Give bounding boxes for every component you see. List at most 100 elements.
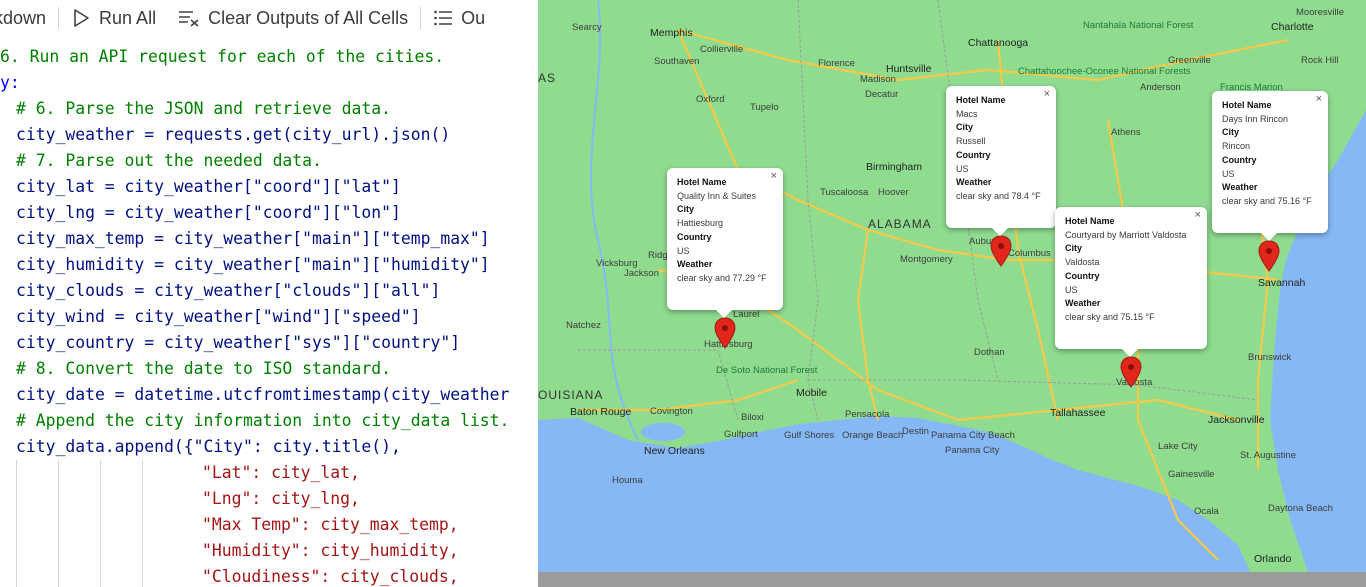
notebook-editor: kdown Run All Clear Outputs of All Cells… xyxy=(0,0,540,587)
code-line: # 7. Parse out the needed data. xyxy=(0,148,540,174)
code-line: city_wind = city_weather["wind"]["speed"… xyxy=(0,304,540,330)
lake xyxy=(641,423,685,441)
country-value: US xyxy=(1065,284,1078,295)
city-label: Natchez xyxy=(566,320,601,331)
code-text: city_date = datetime.utcfromtimestamp(ci… xyxy=(16,385,510,404)
outline-label: Ou xyxy=(461,7,486,28)
run-all-label: Run All xyxy=(99,7,157,28)
city-label: Florence xyxy=(818,58,855,69)
weather-label: Weather xyxy=(1065,298,1101,309)
close-icon[interactable]: × xyxy=(1316,93,1322,105)
city-label: Jacksonville xyxy=(1208,414,1265,426)
city-label: Madison xyxy=(860,74,896,85)
country-label: Country xyxy=(677,231,712,242)
code-text: # Append the city information into city_… xyxy=(16,411,510,430)
country-label: Country xyxy=(956,149,991,160)
city-label: Orange Beach xyxy=(842,430,903,441)
code-text: "Humidity": city_humidity, xyxy=(202,541,459,560)
info-window-tail xyxy=(716,310,732,318)
info-window-tail xyxy=(1261,233,1277,241)
city-label: Decatur xyxy=(865,89,898,100)
code-line: city_data.append({"City": city.title(), xyxy=(0,434,540,460)
park-label: De Soto National Forest xyxy=(716,365,818,376)
city-label: Rock Hill xyxy=(1301,55,1338,66)
info-window[interactable]: × Hotel Name Courtyard by Marriott Valdo… xyxy=(1055,207,1207,357)
code-line: city_weather = requests.get(city_url).js… xyxy=(0,122,540,148)
code-text: "Lat": city_lat, xyxy=(202,463,360,482)
city-label: Dothan xyxy=(974,347,1005,358)
city-label: Lake City xyxy=(1158,441,1198,452)
city-label: City xyxy=(1065,243,1083,254)
country-label: Country xyxy=(1222,154,1257,165)
code-text: city_country = city_weather["sys"]["coun… xyxy=(16,333,461,352)
park-label: Nantahala National Forest xyxy=(1083,20,1194,31)
park-label: Chattahoochee-Oconee National Forests xyxy=(1018,66,1191,77)
weather-label: Weather xyxy=(1222,182,1258,193)
city-label: Birmingham xyxy=(866,161,922,173)
code-line: "Cloudiness": city_clouds, xyxy=(0,564,540,587)
clear-outputs-button[interactable]: Clear Outputs of All Cells xyxy=(178,0,408,36)
outline-button[interactable]: Ou xyxy=(433,0,485,36)
close-icon[interactable]: × xyxy=(771,170,777,182)
indent-guides xyxy=(16,512,186,538)
city-label: Tupelo xyxy=(750,102,779,113)
code-line: city_humidity = city_weather["main"]["hu… xyxy=(0,252,540,278)
outline-list-icon xyxy=(434,10,453,26)
code-text: # 7. Parse out the needed data. xyxy=(16,151,322,170)
city-label: Ocala xyxy=(1194,506,1220,517)
weather-value: clear sky and 78.4 °F xyxy=(956,190,1041,201)
code-cell[interactable]: 6. Run an API request for each of the ci… xyxy=(0,44,540,587)
city-label: City xyxy=(956,122,974,133)
city-label: New Orleans xyxy=(644,445,705,457)
info-window[interactable]: × Hotel Name Macs City Russell Country U… xyxy=(946,86,1056,236)
run-icon xyxy=(74,9,89,27)
country-value: US xyxy=(1222,168,1235,179)
code-line: "Humidity": city_humidity, xyxy=(0,538,540,564)
city-label: Greenville xyxy=(1168,55,1211,66)
city-label: Brunswick xyxy=(1248,352,1292,363)
code-line: # 8. Convert the date to ISO standard. xyxy=(0,356,540,382)
city-label: Laurel xyxy=(733,309,759,320)
city-label: Biloxi xyxy=(741,412,764,423)
code-text: "Max Temp": city_max_temp, xyxy=(202,515,459,534)
city-label: Gainesville xyxy=(1168,469,1214,480)
city-label: Southaven xyxy=(654,56,699,67)
country-label: Country xyxy=(1065,270,1100,281)
hotel-name-label: Hotel Name xyxy=(677,177,727,187)
code-line: city_lat = city_weather["coord"]["lat"] xyxy=(0,174,540,200)
close-icon[interactable]: × xyxy=(1195,209,1201,221)
code-text: 6. Run an API request for each of the ci… xyxy=(0,47,445,66)
city-label: Charlotte xyxy=(1271,21,1314,33)
city-label: City xyxy=(1222,127,1240,138)
code-line: city_max_temp = city_weather["main"]["te… xyxy=(0,226,540,252)
code-text: city_humidity = city_weather["main"]["hu… xyxy=(16,255,490,274)
code-line: "Max Temp": city_max_temp, xyxy=(0,512,540,538)
city-label: Columbus xyxy=(1008,248,1051,259)
city-label: Destin xyxy=(902,426,929,437)
city-label: Houma xyxy=(612,475,643,486)
code-text: city_lat = city_weather["coord"]["lat"] xyxy=(16,177,401,196)
code-text: city_clouds = city_weather["clouds"]["al… xyxy=(16,281,441,300)
info-window[interactable]: × Hotel Name Quality Inn & Suites City H… xyxy=(667,168,783,318)
info-window[interactable]: × Hotel Name Days Inn Rincon City Rincon… xyxy=(1212,91,1328,241)
hotel-name-label: Hotel Name xyxy=(956,95,1006,105)
city-value: Rincon xyxy=(1222,141,1251,152)
city-label: Orlando xyxy=(1254,553,1292,565)
city-value: Valdosta xyxy=(1065,257,1100,268)
hotel-name-value: Macs xyxy=(956,108,978,119)
code-text: "Lng": city_lng, xyxy=(202,489,360,508)
close-icon[interactable]: × xyxy=(1044,88,1050,100)
city-label: Memphis xyxy=(650,27,693,39)
code-line: # 6. Parse the JSON and retrieve data. xyxy=(0,96,540,122)
code-line: city_lng = city_weather["coord"]["lon"] xyxy=(0,200,540,226)
clear-all-icon xyxy=(179,11,199,27)
code-text: city_lng = city_weather["coord"]["lon"] xyxy=(16,203,401,222)
city-label: Panama City xyxy=(945,445,1000,456)
city-label: Baton Rouge xyxy=(570,406,631,418)
city-label: Oxford xyxy=(696,94,725,105)
indent-guides xyxy=(16,460,186,486)
markdown-button[interactable]: kdown xyxy=(0,0,46,36)
toolbar-divider xyxy=(420,7,422,29)
run-all-button[interactable]: Run All xyxy=(71,0,156,36)
code-text: city_weather = requests.get(city_url).js… xyxy=(16,125,451,144)
